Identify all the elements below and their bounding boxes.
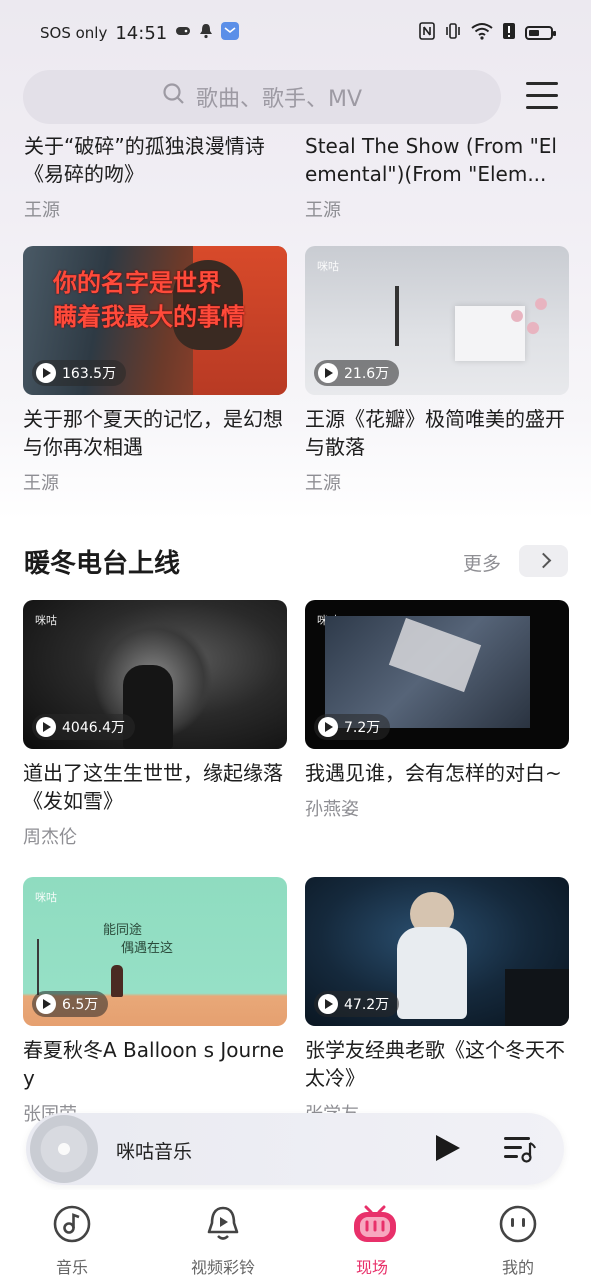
play-icon xyxy=(318,994,338,1014)
play-icon xyxy=(318,717,338,737)
play-count: 163.5万 xyxy=(62,366,117,382)
tab-mine[interactable]: 我的 xyxy=(458,1190,578,1278)
mini-player[interactable]: 咪咕音乐 xyxy=(26,1113,564,1185)
game-controller-icon xyxy=(175,24,191,42)
carrier-label: SOS only xyxy=(40,24,108,42)
chevron-right-icon[interactable] xyxy=(519,545,568,577)
play-count-badge: 47.2万 xyxy=(314,991,400,1017)
card-title: 关于“破碎”的孤独浪漫情诗《易碎的吻》 xyxy=(24,134,265,186)
video-thumbnail[interactable]: 咪咕 4046.4万 xyxy=(23,600,287,749)
video-card[interactable]: 咪咕 7.2万 我遇见谁，会有怎样的对白~ 孙燕姿 xyxy=(305,600,569,821)
tab-music[interactable]: 音乐 xyxy=(12,1190,132,1278)
thumbnail-caption: 偶遇在这 xyxy=(121,941,174,956)
signal-alert-icon xyxy=(502,22,516,44)
play-icon xyxy=(318,363,338,383)
card-title: 张学友经典老歌《这个冬天不太冷》 xyxy=(305,1038,565,1090)
card-title: 道出了这生生世世，缘起缘落《发如雪》 xyxy=(23,761,283,813)
video-thumbnail[interactable]: 咪咕 7.2万 xyxy=(305,600,569,749)
migu-logo: 咪咕 xyxy=(317,260,339,273)
card-title: 春夏秋冬A Balloon s Journey xyxy=(23,1038,285,1090)
tab-label: 音乐 xyxy=(55,1258,88,1277)
more-link[interactable]: 更多 xyxy=(463,549,501,576)
card-title: 关于那个夏天的记忆，是幻想与你再次相遇 xyxy=(23,407,283,459)
card-artist: 王源 xyxy=(23,473,59,494)
list-item[interactable]: Steal The Show (From "Elemental")(From "… xyxy=(305,122,569,222)
card-title: 我遇见谁，会有怎样的对白~ xyxy=(305,761,562,785)
search-icon xyxy=(162,82,186,112)
clock: 14:51 xyxy=(115,22,168,44)
menu-icon[interactable] xyxy=(524,78,560,114)
thumbnail-figure xyxy=(37,939,79,995)
video-thumbnail[interactable]: 咪咕 能同途 偶遇在这 6.5万 xyxy=(23,877,287,1026)
play-count: 7.2万 xyxy=(344,720,381,736)
live-tv-icon xyxy=(352,1204,396,1244)
play-count: 4046.4万 xyxy=(62,720,125,736)
nfc-icon xyxy=(419,22,435,44)
bottom-nav: 音乐 视频彩铃 现场 我的 xyxy=(0,1190,591,1280)
video-thumbnail[interactable]: 47.2万 xyxy=(305,877,569,1026)
list-item[interactable]: 关于“破碎”的孤独浪漫情诗《易碎的吻》 王源 xyxy=(24,122,288,222)
thumbnail-figure xyxy=(111,965,123,997)
thumbnail-figure xyxy=(397,927,467,1019)
video-card[interactable]: 你的名字是世界 瞒着我最大的事情 163.5万 关于那个夏天的记忆，是幻想与你再… xyxy=(23,246,287,495)
video-thumbnail[interactable]: 你的名字是世界 瞒着我最大的事情 163.5万 xyxy=(23,246,287,395)
bell-icon xyxy=(199,23,213,43)
play-count-badge: 4046.4万 xyxy=(32,714,135,740)
video-card[interactable]: 咪咕 能同途 偶遇在这 6.5万 春夏秋冬A Balloon s Journey… xyxy=(23,877,287,1126)
tab-live[interactable]: 现场 xyxy=(312,1190,432,1278)
tab-label: 视频彩铃 xyxy=(190,1258,255,1277)
play-count: 6.5万 xyxy=(62,997,99,1013)
card-artist: 王源 xyxy=(305,473,341,494)
card-artist: 王源 xyxy=(24,200,60,221)
play-count: 47.2万 xyxy=(344,997,390,1013)
player-song-title: 咪咕音乐 xyxy=(116,1141,193,1163)
search-bar[interactable]: 歌曲、歌手、MV xyxy=(23,70,501,124)
mail-app-icon xyxy=(221,22,240,44)
video-thumbnail[interactable]: 咪咕 21.6万 xyxy=(305,246,569,395)
migu-logo: 咪咕 xyxy=(35,614,57,627)
play-count-badge: 163.5万 xyxy=(32,360,127,386)
status-bar: SOS only 14:51 xyxy=(0,0,591,64)
video-card[interactable]: 47.2万 张学友经典老歌《这个冬天不太冷》 张学友 xyxy=(305,877,569,1126)
card-title: 王源《花瓣》极简唯美的盛开与散落 xyxy=(305,407,565,459)
card-artist: 孙燕姿 xyxy=(305,799,359,820)
thumbnail-caption: 能同途 xyxy=(103,923,143,938)
thumbnail-figure xyxy=(485,286,565,346)
tab-video-ringtone[interactable]: 视频彩铃 xyxy=(163,1190,283,1278)
migu-logo: 咪咕 xyxy=(35,891,57,904)
play-count-badge: 7.2万 xyxy=(314,714,391,740)
playlist-icon[interactable] xyxy=(504,1135,536,1163)
section-title: 暖冬电台上线 xyxy=(24,549,181,579)
tab-label: 现场 xyxy=(355,1258,388,1277)
play-icon xyxy=(36,717,56,737)
wifi-icon xyxy=(471,22,493,44)
battery-icon xyxy=(525,26,556,40)
card-artist: 王源 xyxy=(305,200,341,221)
play-icon xyxy=(36,363,56,383)
video-card[interactable]: 咪咕 4046.4万 道出了这生生世世，缘起缘落《发如雪》 周杰伦 xyxy=(23,600,287,849)
tab-label: 我的 xyxy=(501,1258,534,1277)
video-bell-icon xyxy=(203,1204,243,1244)
play-count: 21.6万 xyxy=(344,366,390,382)
card-artist: 周杰伦 xyxy=(23,827,77,848)
card-title: Steal The Show (From "Elemental")(From "… xyxy=(305,134,557,186)
play-icon[interactable] xyxy=(436,1135,460,1161)
smiley-profile-icon xyxy=(498,1204,538,1244)
thumbnail-caption: 你的名字是世界 瞒着我最大的事情 xyxy=(53,269,245,331)
play-count-badge: 6.5万 xyxy=(32,991,109,1017)
search-placeholder: 歌曲、歌手、MV xyxy=(195,87,363,112)
music-note-icon xyxy=(52,1204,92,1244)
vibrate-icon xyxy=(444,22,462,44)
play-count-badge: 21.6万 xyxy=(314,360,400,386)
thumbnail-figure xyxy=(505,969,569,1026)
thumbnail-figure xyxy=(395,286,399,346)
album-disc-icon[interactable] xyxy=(30,1115,98,1183)
play-icon xyxy=(36,994,56,1014)
video-card[interactable]: 咪咕 21.6万 王源《花瓣》极简唯美的盛开与散落 王源 xyxy=(305,246,569,495)
